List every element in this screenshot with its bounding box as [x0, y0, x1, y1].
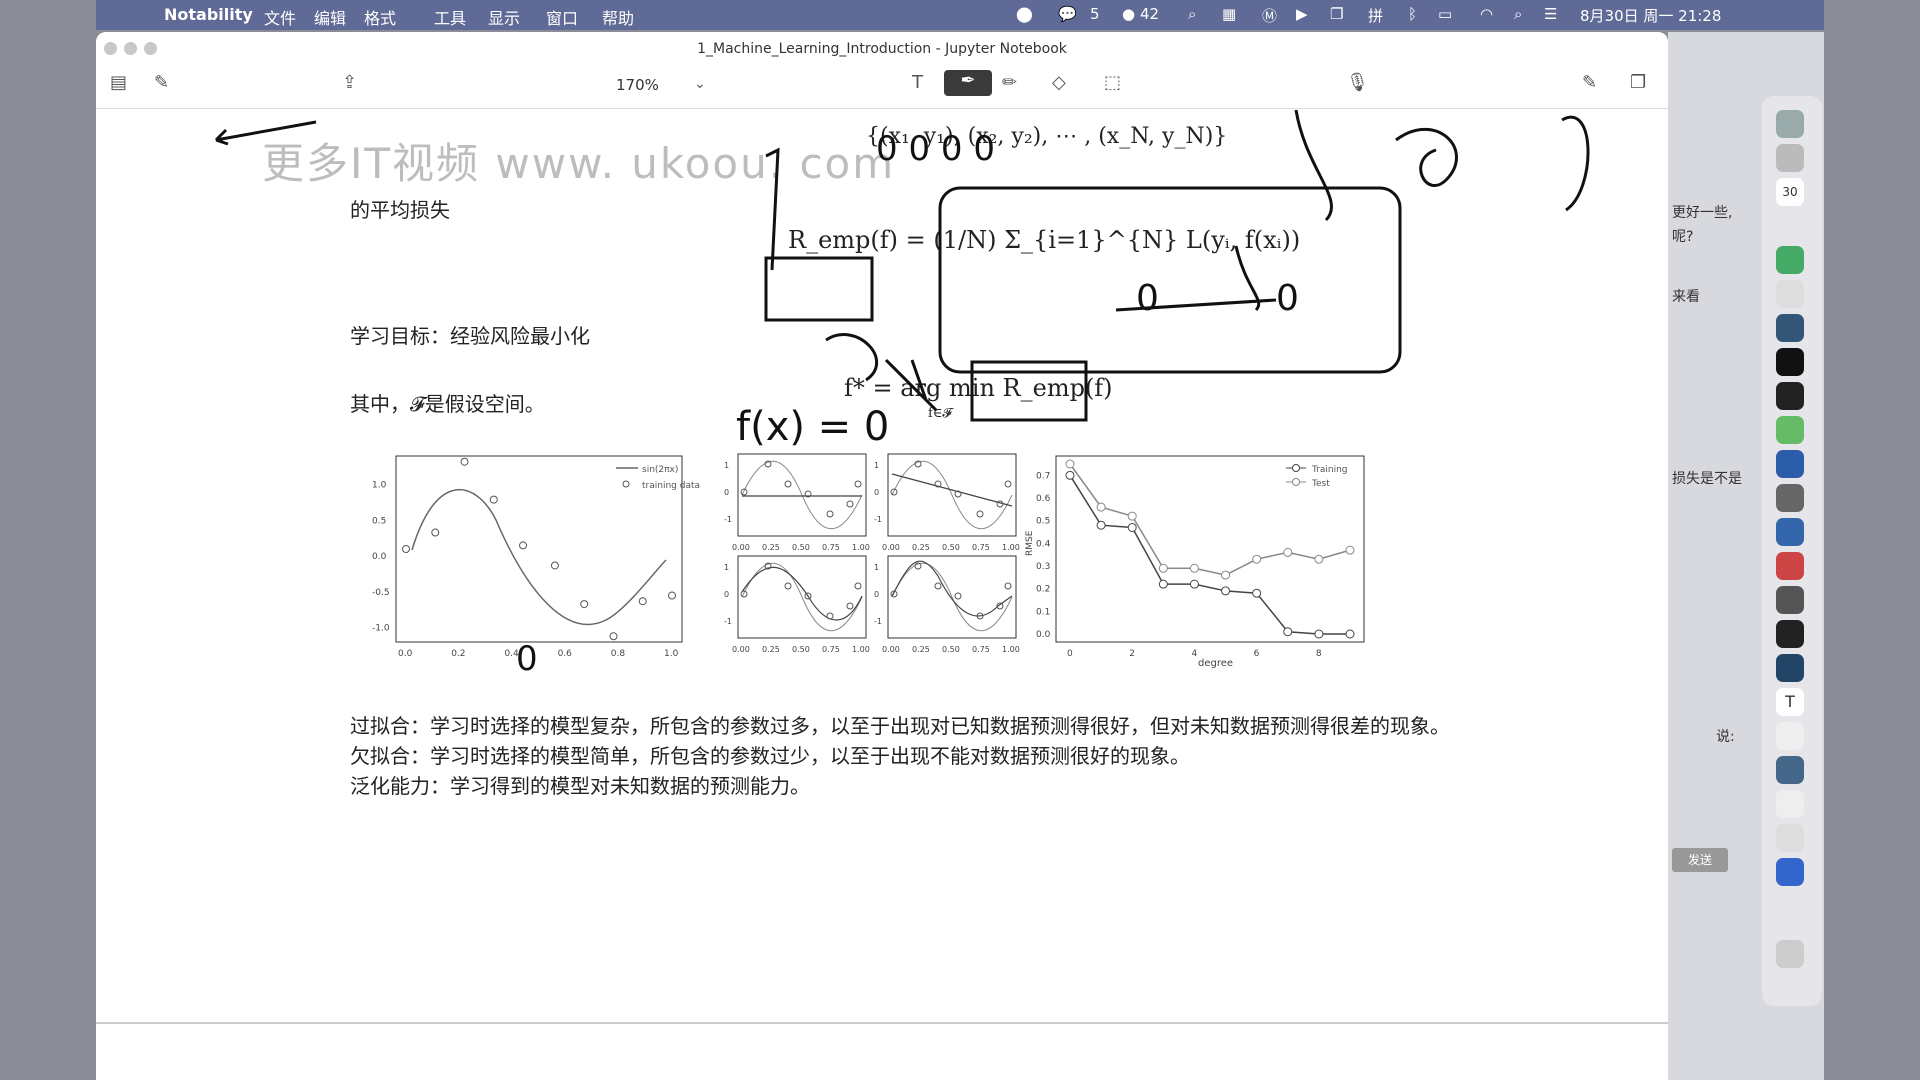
control-center-icon[interactable]: ☰ [1544, 5, 1557, 23]
highlighter-icon[interactable]: ✏ [1002, 72, 1017, 93]
text-tool-icon[interactable]: T [912, 72, 923, 93]
notability-window: 1_Machine_Learning_Introduction - Jupyte… [96, 32, 1668, 1080]
send-button[interactable]: 发送 [1672, 848, 1728, 872]
window-title: 1_Machine_Learning_Introduction - Jupyte… [697, 41, 1067, 57]
wifi-icon[interactable]: ◠ [1480, 5, 1493, 23]
m-icon[interactable]: Ⓜ [1262, 5, 1277, 26]
menu-edit[interactable]: 编辑 [314, 5, 346, 29]
ink-fx: f(x) = 0 [736, 404, 889, 450]
toolbar-divider [96, 108, 1668, 109]
typora-icon[interactable]: T [1776, 688, 1804, 716]
zoom-level[interactable]: 170% [616, 76, 659, 94]
app-icon-1[interactable] [1776, 314, 1804, 342]
books-icon[interactable] [1776, 790, 1804, 818]
chat-snippet-1: 更好一些, [1672, 205, 1733, 221]
app-icon-8[interactable] [1776, 824, 1804, 852]
note-page[interactable]: 更多IT视频 www. ukoou. com {(x₁, y₁), (x₂, y… [96, 110, 1668, 1020]
menu-tools[interactable]: 工具 [434, 5, 466, 29]
menu-file[interactable]: 文件 [264, 5, 296, 29]
compose-icon[interactable]: ✎ [154, 72, 169, 93]
keyboard-icon[interactable]: ▦ [1222, 5, 1236, 23]
word-icon[interactable] [1776, 450, 1804, 478]
notability-dock-icon[interactable] [1776, 858, 1804, 886]
ink-stroke-4 [1561, 115, 1590, 212]
battery-icon[interactable]: ▭ [1438, 5, 1452, 23]
app-icon-6[interactable] [1776, 654, 1804, 682]
menu-bar: Notability 文件 编辑 格式 工具 显示 窗口 帮助 ⬤ 💬 5 ● … [96, 0, 1824, 30]
app-icon-4[interactable] [1776, 552, 1804, 580]
menu-app-name[interactable]: Notability [164, 5, 253, 24]
sidebar-toggle-icon[interactable]: ▤ [110, 72, 127, 93]
dock: 30 T [1762, 96, 1822, 1006]
chat-snippet-4: 损失是不是 [1672, 471, 1742, 487]
input-method-icon[interactable]: 拼 [1368, 5, 1383, 26]
search-icon[interactable]: ⌕ [1514, 5, 1522, 23]
bell-count: 42 [1140, 5, 1160, 23]
trash-icon[interactable] [1776, 940, 1804, 968]
terminal-icon[interactable] [1776, 348, 1804, 376]
ink-stroke-6 [825, 333, 879, 382]
ink-zero-2: 0 [1276, 278, 1299, 319]
eraser-icon[interactable]: ◇ [1052, 72, 1066, 93]
app-icon-2[interactable] [1776, 484, 1804, 512]
window-icon[interactable]: ❐ [1330, 5, 1343, 23]
settings-icon[interactable] [1776, 144, 1804, 172]
ink-box-remp [764, 256, 874, 322]
chat-snippet-2: 呢? [1672, 229, 1694, 245]
app-icon-7[interactable] [1776, 722, 1804, 750]
chevron-down-icon[interactable]: ⌄ [694, 76, 706, 92]
ink-zero-1: 0 [1136, 278, 1159, 319]
app-icon-5[interactable] [1776, 586, 1804, 614]
menu-help[interactable]: 帮助 [602, 5, 634, 29]
finder-icon[interactable] [1776, 110, 1804, 138]
calendar-icon[interactable]: 30 [1776, 178, 1804, 206]
ink-stroke-5 [1294, 110, 1333, 222]
vscode-icon[interactable] [1776, 246, 1804, 274]
app-icon-3[interactable] [1776, 518, 1804, 546]
ink-stroke-1 [765, 147, 780, 271]
toolbar: ▤ ✎ ⇪ 170% ⌄ T ✒ ✏ ◇ ⬚ 🎙 ✎ ❐ [96, 68, 1668, 100]
handwriting-layer[interactable]: 0 0 0 0 0 0 f(x) = 0 0 [96, 110, 1668, 1010]
ink-stroke-7 [884, 358, 938, 412]
wechat-icon[interactable]: 💬 [1058, 5, 1077, 23]
chat-snippet-3: 来看 [1672, 289, 1700, 305]
status-app-icon[interactable]: ⬤ [1016, 5, 1033, 23]
ink-zero-plot: 0 [516, 639, 538, 679]
bluetooth-icon[interactable]: ᛒ [1408, 5, 1417, 23]
wechat-dock-icon[interactable] [1776, 416, 1804, 444]
page-bottom-divider [96, 1022, 1668, 1024]
menu-window[interactable]: 窗口 [546, 5, 578, 29]
bell-icon[interactable]: ● [1122, 5, 1135, 23]
ink-zeros: 0 0 0 0 [876, 129, 995, 169]
ink-stroke-3 [1395, 127, 1458, 187]
menu-format[interactable]: 格式 [364, 5, 396, 29]
search-status-icon[interactable]: ⌕ [1188, 5, 1196, 23]
pages-icon[interactable]: ❐ [1630, 72, 1646, 93]
menu-view[interactable]: 显示 [488, 5, 520, 29]
edit-pencil-icon[interactable]: ✎ [1582, 72, 1597, 93]
wechat-count: 5 [1090, 5, 1100, 23]
ink-arrow [215, 120, 317, 142]
github-icon[interactable] [1776, 620, 1804, 648]
play-icon[interactable]: ▶ [1296, 5, 1308, 23]
title-bar: 1_Machine_Learning_Introduction - Jupyte… [96, 32, 1668, 60]
translate-icon[interactable] [1776, 756, 1804, 784]
lasso-icon[interactable]: ⬚ [1104, 72, 1121, 93]
pen-tool-icon[interactable]: ✒ [944, 70, 992, 96]
chat-say-label: 说: [1716, 729, 1735, 745]
chrome-icon[interactable] [1776, 280, 1804, 308]
clock[interactable]: 8月30日 周一 21:28 [1580, 5, 1721, 26]
microphone-icon[interactable]: 🎙 [1346, 72, 1369, 93]
share-icon[interactable]: ⇪ [342, 72, 357, 93]
qq-icon[interactable] [1776, 382, 1804, 410]
